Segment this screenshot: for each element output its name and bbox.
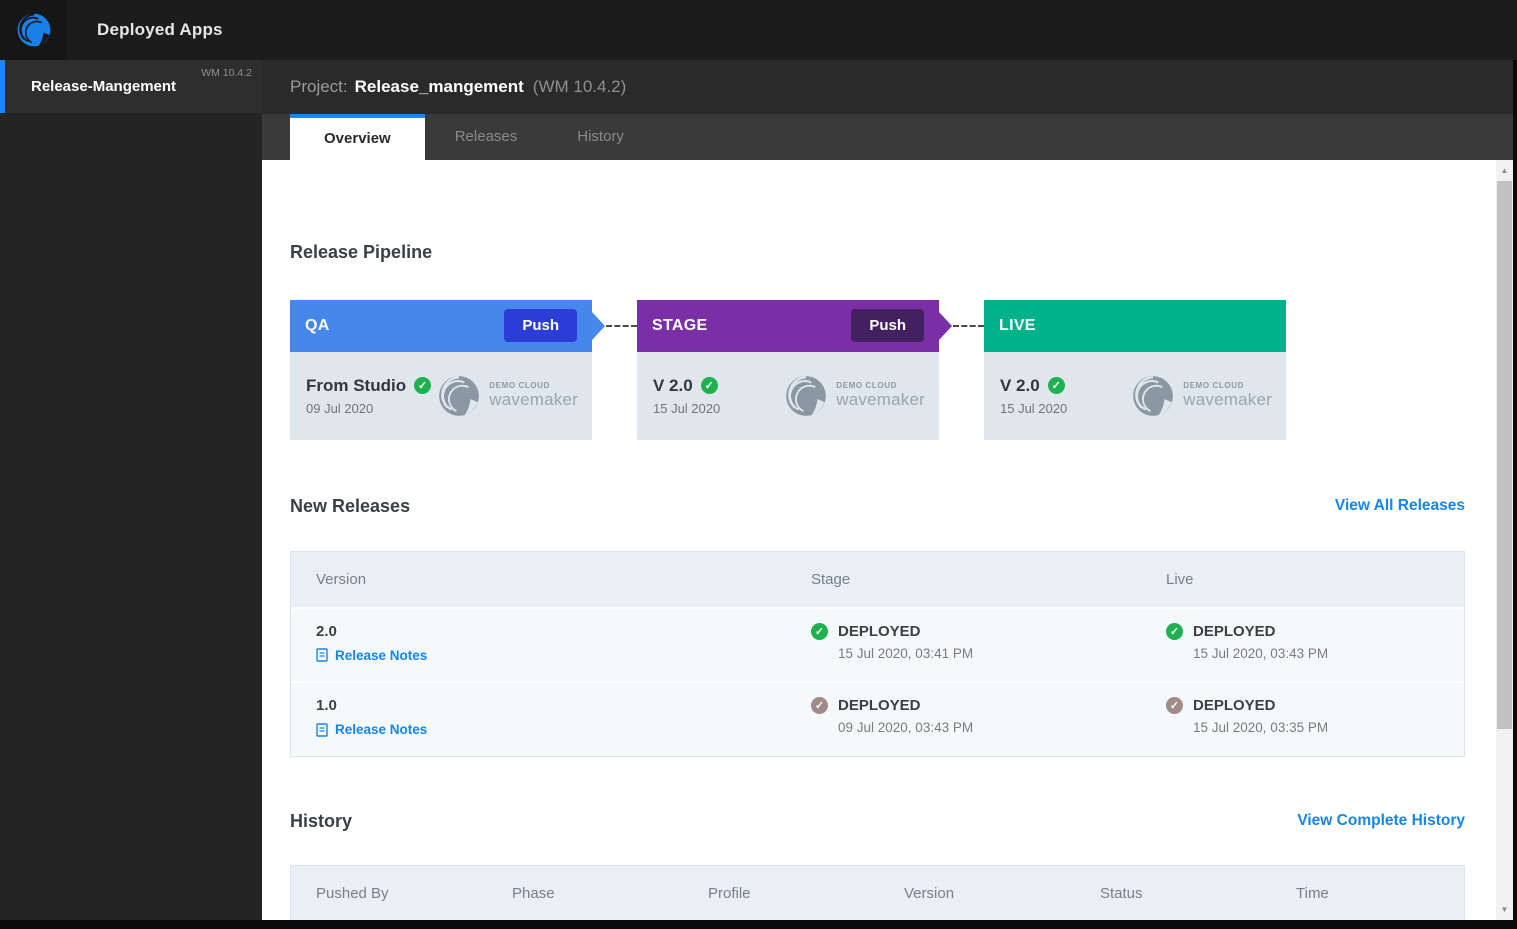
live-version: V 2.0 — [1000, 375, 1040, 395]
document-icon — [316, 723, 328, 737]
qa-check-icon: ✓ — [414, 377, 432, 395]
bottom-edge — [0, 920, 1517, 929]
deployed-status: DEPLOYED — [1193, 622, 1276, 640]
document-icon — [316, 648, 328, 662]
column-profile: Profile — [708, 884, 751, 902]
view-complete-history-link[interactable]: View Complete History — [1297, 812, 1465, 830]
view-all-releases-link[interactable]: View All Releases — [1335, 497, 1465, 515]
stage-check-icon: ✓ — [700, 377, 718, 395]
wavemaker-wave-icon — [1133, 375, 1174, 416]
release-row-1-0: 1.0 Release Notes ✓ DEPLOYED 09 Jul 2020… — [291, 681, 1464, 756]
scrollbar-down-arrow-icon[interactable]: ▼ — [1496, 901, 1513, 918]
logo-wavemaker-label: wavemaker — [489, 389, 578, 409]
pipeline-card-stage: STAGE Push V 2.0 ✓ 15 Jul 2020 DEMO CLOU… — [637, 299, 939, 440]
release-pipeline-title: Release Pipeline — [290, 241, 433, 262]
deployed-status: DEPLOYED — [838, 697, 921, 715]
overview-content: Release Pipeline QA Push From Studio ✓ 0… — [262, 159, 1513, 920]
main-panel: Project: Release_mangement (WM 10.4.2) O… — [262, 60, 1517, 920]
sidebar-item-label: Release-Mangement — [31, 78, 177, 95]
app-window: Deployed Apps Release-Mangement WM 10.4.… — [0, 0, 1517, 929]
live-wavemaker-logo: DEMO CLOUD wavemaker — [1130, 373, 1272, 419]
live-status-cell: ✓ DEPLOYED 15 Jul 2020, 03:35 PM — [1166, 697, 1464, 742]
app-title: Deployed Apps — [97, 20, 223, 39]
stage-status-cell: ✓ DEPLOYED 09 Jul 2020, 03:43 PM — [811, 697, 1166, 742]
vertical-scrollbar[interactable]: ▲ ▼ — [1496, 159, 1513, 920]
stage-card-body: V 2.0 ✓ 15 Jul 2020 DEMO CLOUD wavemaker — [637, 351, 939, 440]
deployed-status: DEPLOYED — [838, 622, 921, 640]
sidebar: Release-Mangement WM 10.4.2 — [0, 60, 262, 920]
release-version: 1.0 — [316, 697, 337, 715]
release-pipeline: QA Push From Studio ✓ 09 Jul 2020 DEMO C… — [290, 299, 1465, 440]
tab-releases[interactable]: Releases — [425, 114, 548, 160]
pipeline-card-qa: QA Push From Studio ✓ 09 Jul 2020 DEMO C… — [290, 299, 592, 440]
scrollbar-up-arrow-icon[interactable]: ▲ — [1496, 162, 1513, 179]
qa-wavemaker-logo: DEMO CLOUD wavemaker — [436, 373, 578, 419]
qa-date: 09 Jul 2020 — [306, 400, 374, 416]
deployed-check-icon: ✓ — [811, 697, 828, 715]
new-releases-title: New Releases — [290, 495, 411, 516]
column-version: Version — [904, 884, 955, 902]
logo-wavemaker-label: wavemaker — [1183, 389, 1272, 409]
release-notes-link[interactable]: Release Notes — [316, 648, 427, 663]
deployed-time: 15 Jul 2020, 03:41 PM — [838, 645, 974, 661]
column-time: Time — [1296, 884, 1329, 902]
tab-history[interactable]: History — [547, 114, 654, 160]
project-header: Project: Release_mangement (WM 10.4.2) — [262, 60, 1513, 114]
deployed-check-icon: ✓ — [1166, 622, 1183, 640]
column-live: Live — [1166, 570, 1194, 588]
deployed-time: 15 Jul 2020, 03:35 PM — [1193, 720, 1329, 736]
wavemaker-wave-icon — [786, 375, 827, 416]
sidebar-item-version: WM 10.4.2 — [201, 67, 252, 79]
column-pushed-by: Pushed By — [316, 884, 389, 902]
column-phase: Phase — [512, 884, 555, 902]
column-version: Version — [316, 570, 367, 588]
live-card-header: LIVE — [984, 299, 1286, 352]
column-status: Status — [1100, 884, 1143, 902]
project-version: (WM 10.4.2) — [532, 76, 627, 96]
history-title: History — [290, 810, 353, 831]
history-table: Pushed By Phase Profile Version Status T… — [290, 864, 1465, 920]
qa-card-header: QA Push — [290, 299, 592, 352]
release-version: 2.0 — [316, 622, 337, 640]
logo-wavemaker-label: wavemaker — [836, 389, 925, 409]
stage-date: 15 Jul 2020 — [653, 400, 721, 416]
column-stage: Stage — [811, 570, 851, 588]
live-check-icon: ✓ — [1047, 377, 1065, 395]
stage-status-cell: ✓ DEPLOYED 15 Jul 2020, 03:41 PM — [811, 622, 1166, 668]
top-bar: Deployed Apps — [0, 0, 1517, 60]
wavemaker-logo-box[interactable] — [0, 0, 67, 60]
stage-stage-name: STAGE — [652, 316, 708, 334]
new-releases-table: Version Stage Live 2.0 Release Notes ✓ D… — [290, 550, 1465, 757]
pipeline-card-live: LIVE V 2.0 ✓ 15 Jul 2020 DEMO CLOUD wave… — [984, 299, 1286, 440]
project-name: Release_mangement — [354, 76, 524, 96]
history-table-header: Pushed By Phase Profile Version Status T… — [291, 865, 1464, 920]
qa-card-body: From Studio ✓ 09 Jul 2020 DEMO CLOUD wav… — [290, 351, 592, 440]
live-stage-name: LIVE — [999, 316, 1036, 334]
stage-push-button[interactable]: Push — [851, 309, 924, 343]
deployed-check-icon: ✓ — [1166, 697, 1183, 715]
live-status-cell: ✓ DEPLOYED 15 Jul 2020, 03:43 PM — [1166, 622, 1464, 668]
sidebar-item-release-management[interactable]: Release-Mangement WM 10.4.2 — [0, 60, 262, 113]
deployed-check-icon: ✓ — [811, 622, 828, 640]
wavemaker-logo-icon — [17, 13, 50, 47]
live-card-body: V 2.0 ✓ 15 Jul 2020 DEMO CLOUD wavemaker — [984, 351, 1286, 440]
qa-version: From Studio — [306, 375, 407, 395]
stage-version: V 2.0 — [653, 375, 693, 395]
deployed-time: 15 Jul 2020, 03:43 PM — [1193, 645, 1329, 661]
qa-push-button[interactable]: Push — [504, 309, 577, 343]
tab-overview[interactable]: Overview — [290, 113, 425, 160]
release-row-2-0: 2.0 Release Notes ✓ DEPLOYED 15 Jul 2020… — [291, 606, 1464, 682]
release-notes-link[interactable]: Release Notes — [316, 722, 427, 737]
stage-card-header: STAGE Push — [637, 299, 939, 352]
stage-wavemaker-logo: DEMO CLOUD wavemaker — [783, 373, 925, 419]
deployed-status: DEPLOYED — [1193, 697, 1276, 715]
deployed-time: 09 Jul 2020, 03:43 PM — [838, 720, 974, 736]
wavemaker-wave-icon — [439, 375, 480, 416]
tab-bar: Overview Releases History — [262, 113, 1513, 160]
live-date: 15 Jul 2020 — [1000, 400, 1068, 416]
scrollbar-thumb[interactable] — [1497, 180, 1512, 729]
project-label: Project: — [290, 76, 348, 96]
qa-stage-name: QA — [305, 316, 330, 334]
new-releases-table-header: Version Stage Live — [291, 551, 1464, 607]
